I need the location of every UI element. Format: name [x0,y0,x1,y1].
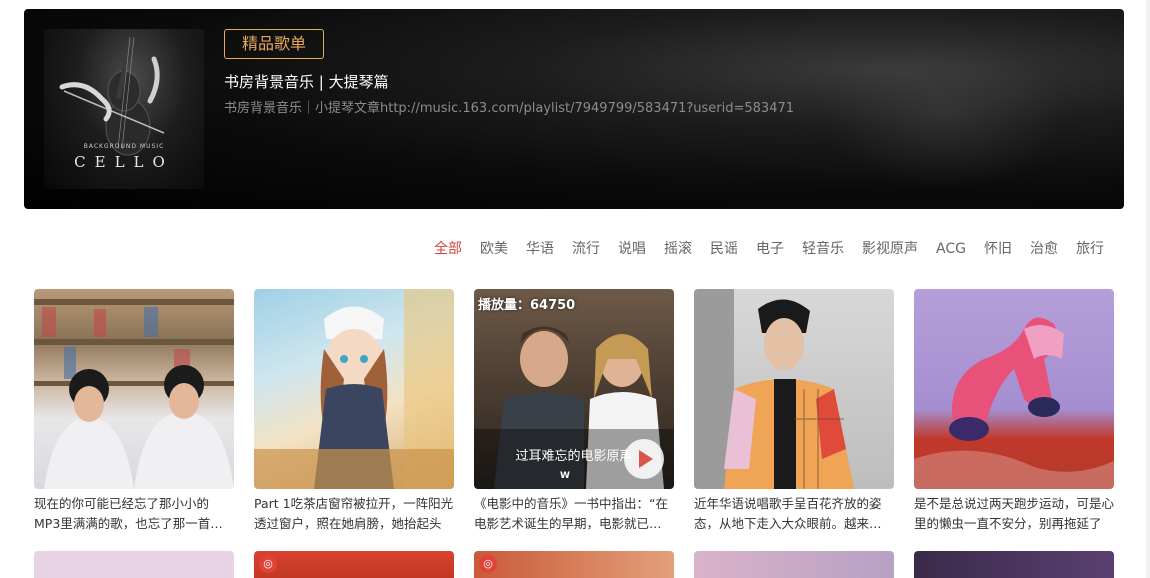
tab-healing[interactable]: 治愈 [1030,239,1058,259]
playlist-card-partial[interactable] [694,551,894,578]
thumbnail-art [914,317,1114,489]
tab-western[interactable]: 欧美 [480,239,508,259]
featured-playlist-banner[interactable]: BACKGROUND MUSIC CELLO 精品歌单 书房背景音乐 | 大提琴… [24,9,1124,209]
tab-acg[interactable]: ACG [936,239,966,259]
playlist-card-partial[interactable]: ◎ [254,551,454,578]
playlist-thumbnail[interactable] [694,289,894,489]
tab-rock[interactable]: 摇滚 [664,239,692,259]
scrollbar[interactable] [1146,0,1150,578]
playlist-card[interactable]: 现在的你可能已经忘了那小小的MP3里满满的歌，也忘了那一首首承载着青春的旋律 [34,289,234,534]
playlist-cover[interactable]: BACKGROUND MUSIC CELLO [44,29,204,189]
playlist-card[interactable]: Part 1吃茶店窗帘被拉开，一阵阳光透过窗户，照在她肩膀，她抬起头 [254,289,454,534]
tab-chinese[interactable]: 华语 [526,239,554,259]
playlist-card[interactable]: 近年华语说唱歌手呈百花齐放的姿态，从地下走入大众眼前。越来越多的新人 [694,289,894,534]
tab-nostalgic[interactable]: 怀旧 [984,239,1012,259]
category-tabs: 全部 欧美 华语 流行 说唱 摇滚 民谣 电子 轻音乐 影视原声 ACG 怀旧 … [416,239,1104,259]
tab-pop[interactable]: 流行 [572,239,600,259]
thumbnail-art [254,289,454,489]
tab-light-music[interactable]: 轻音乐 [802,239,844,259]
thumbnail-art [694,289,854,489]
playlist-card-partial[interactable]: ◎ [474,551,674,578]
playlist-card[interactable]: 是不是总说过两天跑步运动，可是心里的懒虫一直不安分，别再拖延了 [914,289,1114,534]
tab-all[interactable]: 全部 [434,239,462,259]
playlist-thumbnail[interactable] [254,289,454,489]
tab-rap[interactable]: 说唱 [618,239,646,259]
netease-logo-icon: ◎ [479,555,497,573]
premium-playlist-badge[interactable]: 精品歌单 [224,29,324,59]
playlist-thumbnail[interactable] [914,289,1114,489]
tab-travel[interactable]: 旅行 [1076,239,1104,259]
playlist-page: BACKGROUND MUSIC CELLO 精品歌单 书房背景音乐 | 大提琴… [0,0,1150,578]
playlist-title[interactable]: 书房背景音乐 | 大提琴篇 [224,71,389,92]
playlist-card[interactable]: 播放量：64750 过耳难忘的电影原声 W 《电影中的音乐》一书中指出：“在电影… [474,289,674,534]
playlist-card-partial[interactable] [34,551,234,578]
playlist-description[interactable]: Part 1吃茶店窗帘被拉开，一阵阳光透过窗户，照在她肩膀，她抬起头 [254,494,454,534]
label-logo: W [560,471,570,481]
play-button[interactable] [624,439,664,479]
playlist-card-partial[interactable] [914,551,1114,578]
netease-logo-icon: ◎ [259,555,277,573]
playlist-description[interactable]: 是不是总说过两天跑步运动，可是心里的懒虫一直不安分，别再拖延了 [914,494,1114,534]
playlist-grid: 现在的你可能已经忘了那小小的MP3里满满的歌，也忘了那一首首承载着青春的旋律 P… [34,289,1114,578]
playlist-description[interactable]: 近年华语说唱歌手呈百花齐放的姿态，从地下走入大众眼前。越来越多的新人 [694,494,894,534]
tab-soundtrack[interactable]: 影视原声 [862,239,918,259]
playlist-description: 书房背景音乐｜小提琴文章http://music.163.com/playlis… [224,101,795,116]
playlist-description[interactable]: 《电影中的音乐》一书中指出：“在电影艺术诞生的早期，电影就已经与音乐结合” [474,494,674,534]
playlist-thumbnail[interactable] [34,289,234,489]
thumbnail-art [34,299,234,489]
playlist-description[interactable]: 现在的你可能已经忘了那小小的MP3里满满的歌，也忘了那一首首承载着青春的旋律 [34,494,234,534]
playlist-thumbnail[interactable]: 播放量：64750 过耳难忘的电影原声 W [474,289,674,489]
tab-folk[interactable]: 民谣 [710,239,738,259]
cover-title: CELLO [74,153,174,171]
play-count: 播放量：64750 [478,298,576,313]
cover-subtitle: BACKGROUND MUSIC [83,143,165,150]
tab-electronic[interactable]: 电子 [756,239,784,259]
